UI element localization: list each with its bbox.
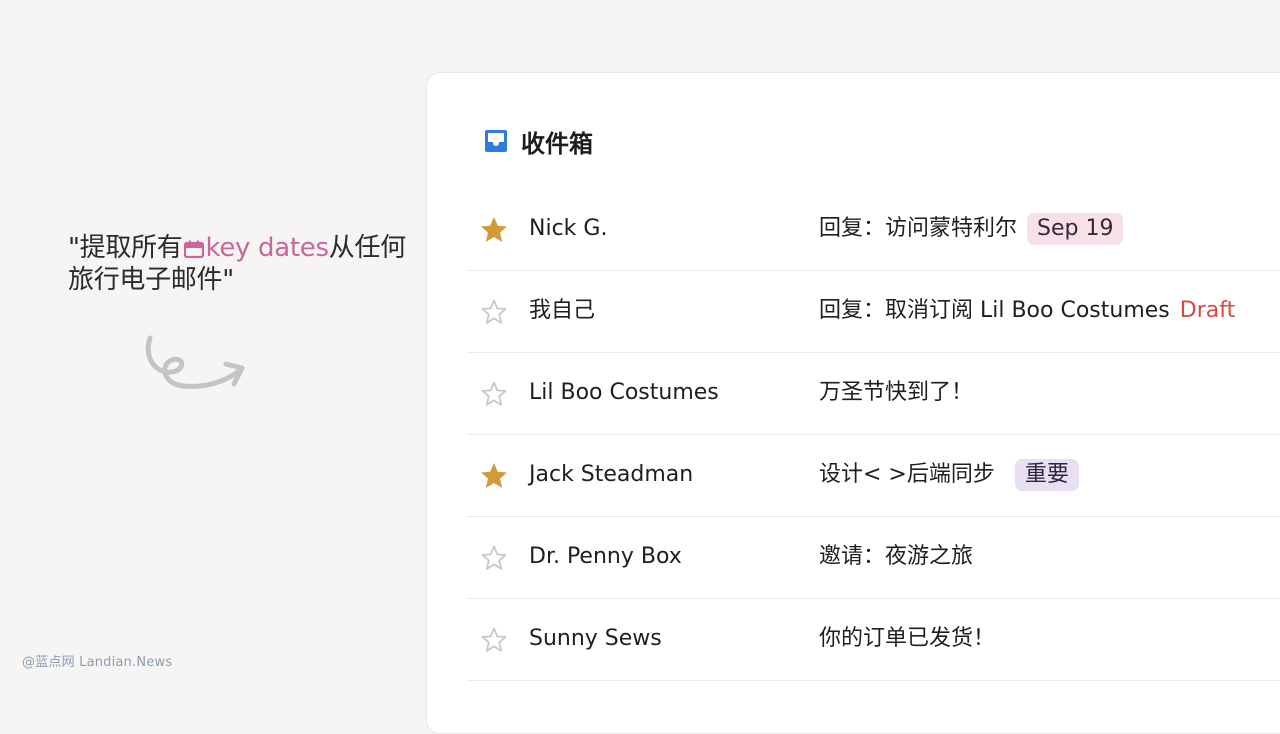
email-sender: Nick G. xyxy=(529,216,608,241)
star-filled-icon[interactable] xyxy=(479,461,509,491)
watermark: @蓝点网 Landian.News xyxy=(22,655,173,670)
inbox-panel: 收件箱 Nick G. 回复：访问蒙特利尔 Sep 19 我自己 回复：取消订阅 … xyxy=(426,72,1280,734)
email-sender: Dr. Penny Box xyxy=(529,544,682,569)
email-subject-text: 邀请：夜游之旅 xyxy=(819,544,974,569)
email-subject-text: 回复：访问蒙特利尔 xyxy=(819,216,1018,241)
inbox-tray-icon xyxy=(485,130,507,152)
email-subject: 回复：访问蒙特利尔 Sep 19 xyxy=(819,213,1124,245)
email-subject: 你的订单已发货！ xyxy=(819,623,995,655)
email-subject: 邀请：夜游之旅 xyxy=(819,541,973,573)
email-list: Nick G. 回复：访问蒙特利尔 Sep 19 我自己 回复：取消订阅 Lil … xyxy=(467,189,1280,681)
email-sender: 我自己 xyxy=(529,298,596,323)
email-subject-text: 你的订单已发货！ xyxy=(819,626,996,651)
important-tag: 重要 xyxy=(1014,459,1079,491)
email-subject: 回复：取消订阅 Lil Boo Costumes Draft xyxy=(819,295,1235,327)
email-row[interactable]: Jack Steadman 设计< >后端同步 重要 xyxy=(467,435,1280,517)
email-row[interactable]: 我自己 回复：取消订阅 Lil Boo Costumes Draft xyxy=(467,271,1280,353)
email-subject-text: 回复：取消订阅 Lil Boo Costumes xyxy=(819,298,1170,323)
star-outline-icon[interactable] xyxy=(479,297,509,327)
draft-label: Draft xyxy=(1179,298,1236,323)
inbox-title: 收件箱 xyxy=(521,129,593,158)
date-tag: Sep 19 xyxy=(1027,213,1124,245)
email-sender: Sunny Sews xyxy=(529,626,662,651)
email-sender: Lil Boo Costumes xyxy=(529,380,719,405)
star-outline-icon[interactable] xyxy=(479,625,509,655)
prompt-text-before: 提取所有 xyxy=(79,233,183,263)
email-subject-text: 设计< >后端同步 xyxy=(819,462,995,487)
inbox-header: 收件箱 xyxy=(483,125,593,158)
calendar-icon xyxy=(184,240,205,258)
key-dates-highlight: key dates xyxy=(205,233,329,263)
star-filled-icon[interactable] xyxy=(479,215,509,245)
star-outline-icon[interactable] xyxy=(479,379,509,409)
close-quote: " xyxy=(222,265,234,295)
email-row[interactable]: Sunny Sews 你的订单已发货！ xyxy=(467,599,1280,681)
open-quote: " xyxy=(68,233,80,263)
email-sender: Jack Steadman xyxy=(529,462,694,487)
email-subject-text: 万圣节快到了！ xyxy=(819,380,974,405)
email-row[interactable]: Lil Boo Costumes 万圣节快到了！ xyxy=(467,353,1280,435)
email-row[interactable]: Nick G. 回复：访问蒙特利尔 Sep 19 xyxy=(467,189,1280,271)
email-subject: 万圣节快到了！ xyxy=(819,377,973,409)
prompt-text: "提取所有 key dates从任何旅行电子邮件" xyxy=(68,232,408,296)
email-row[interactable]: Dr. Penny Box 邀请：夜游之旅 xyxy=(467,517,1280,599)
star-outline-icon[interactable] xyxy=(479,543,509,573)
email-subject: 设计< >后端同步 重要 xyxy=(819,459,1079,491)
curly-arrow-icon xyxy=(145,335,245,389)
